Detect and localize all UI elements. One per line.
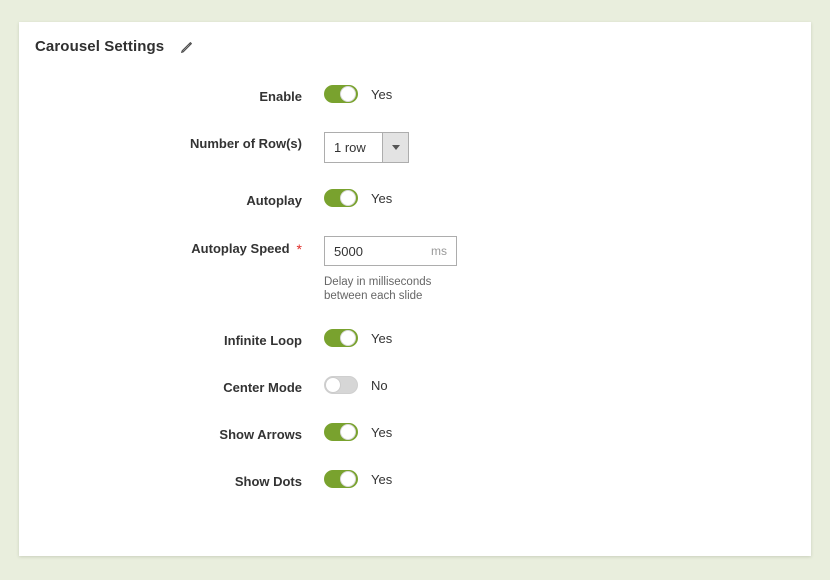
label-infinite-loop: Infinite Loop — [224, 333, 302, 348]
label-autoplay: Autoplay — [246, 193, 302, 208]
toggle-state-infinite-loop: Yes — [371, 330, 393, 346]
toggle-knob — [340, 471, 356, 487]
label-number-of-rows: Number of Row(s) — [190, 136, 302, 151]
page-title: Carousel Settings — [35, 38, 165, 55]
control-autoplay: Yes — [324, 189, 392, 207]
label-show-dots: Show Dots — [234, 474, 302, 489]
required-marker: * — [296, 241, 302, 257]
control-show-arrows: Yes — [324, 423, 392, 441]
toggle-knob — [325, 377, 341, 393]
card-header: Carousel Settings — [19, 22, 811, 55]
field-row-autoplay-speed: Autoplay Speed * ms Delay in milliseconds… — [19, 236, 811, 303]
select-value-number-of-rows: 1 row — [325, 133, 382, 162]
toggle-enable[interactable] — [324, 85, 358, 103]
toggle-state-center-mode: No — [371, 377, 388, 393]
carousel-settings-card: Carousel Settings Enable Yes Number of R… — [19, 22, 811, 556]
field-row-show-arrows: Show Arrows Yes — [19, 423, 811, 444]
autoplay-speed-unit: ms — [431, 244, 447, 258]
field-row-autoplay: Autoplay Yes — [19, 189, 811, 210]
control-center-mode: No — [324, 376, 388, 394]
field-row-infinite-loop: Infinite Loop Yes — [19, 329, 811, 350]
toggle-knob — [340, 424, 356, 440]
label-text-autoplay-speed: Autoplay Speed — [191, 241, 290, 256]
toggle-state-autoplay: Yes — [371, 190, 393, 206]
toggle-autoplay[interactable] — [324, 189, 358, 207]
label-center-mode: Center Mode — [223, 380, 302, 395]
label-autoplay-speed: Autoplay Speed * — [19, 236, 302, 258]
toggle-knob — [340, 86, 356, 102]
field-row-show-dots: Show Dots Yes — [19, 470, 811, 491]
toggle-knob — [340, 330, 356, 346]
autoplay-speed-note: Delay in milliseconds between each slide — [324, 276, 432, 302]
select-number-of-rows[interactable]: 1 row — [324, 132, 409, 163]
toggle-center-mode[interactable] — [324, 376, 358, 394]
toggle-infinite-loop[interactable] — [324, 329, 358, 347]
toggle-show-dots[interactable] — [324, 470, 358, 488]
carousel-settings-form: Enable Yes Number of Row(s) 1 row Autopl… — [19, 55, 811, 491]
toggle-show-arrows[interactable] — [324, 423, 358, 441]
control-enable: Yes — [324, 85, 392, 103]
control-show-dots: Yes — [324, 470, 392, 488]
label-enable: Enable — [259, 89, 302, 104]
field-row-center-mode: Center Mode No — [19, 376, 811, 397]
select-toggle-button[interactable] — [382, 133, 408, 162]
toggle-knob — [340, 190, 356, 206]
field-row-number-of-rows: Number of Row(s) 1 row — [19, 132, 811, 163]
field-row-enable: Enable Yes — [19, 85, 811, 106]
chevron-down-icon — [391, 145, 400, 150]
autoplay-speed-input-wrap[interactable]: ms — [324, 236, 457, 266]
control-infinite-loop: Yes — [324, 329, 392, 347]
toggle-state-enable: Yes — [371, 86, 393, 102]
toggle-state-show-dots: Yes — [371, 471, 393, 487]
pencil-icon[interactable] — [178, 40, 194, 56]
autoplay-speed-input[interactable] — [325, 243, 431, 259]
toggle-state-show-arrows: Yes — [371, 424, 393, 440]
label-show-arrows: Show Arrows — [219, 427, 302, 442]
control-number-of-rows: 1 row — [324, 132, 409, 163]
control-autoplay-speed: ms Delay in milliseconds between each sl… — [324, 236, 457, 303]
